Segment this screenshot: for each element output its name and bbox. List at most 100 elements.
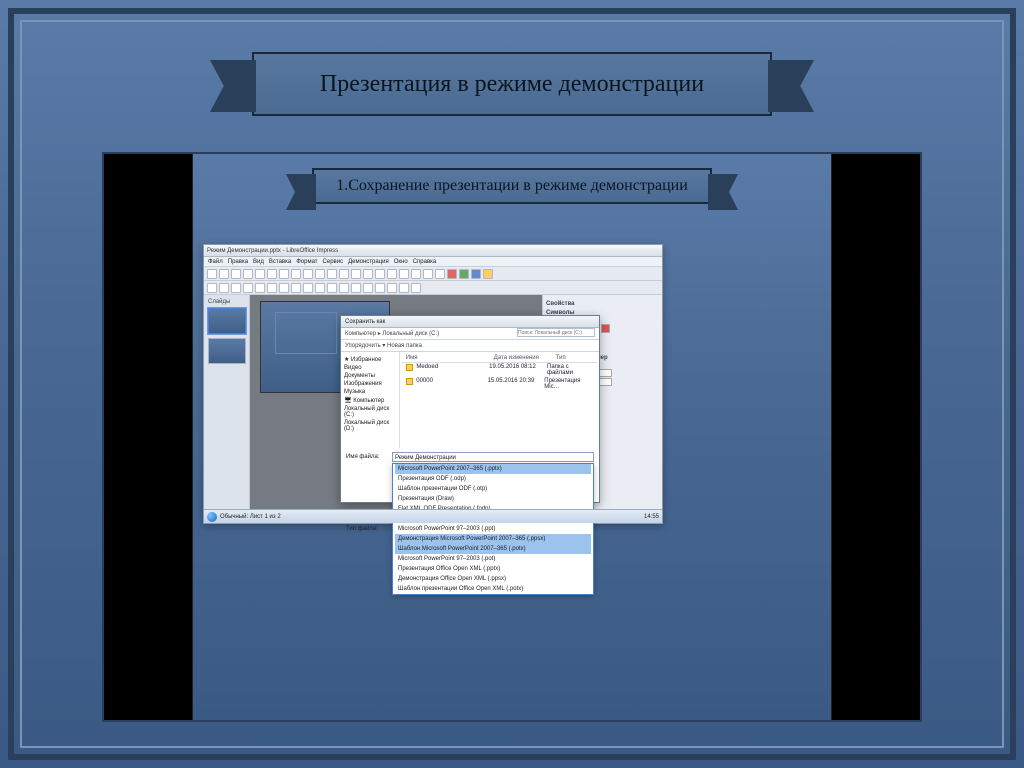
toolbar-button-icon[interactable] [483,269,493,279]
dialog-nav-tree[interactable]: ★ Избранное Видео Документы Изображения … [341,352,400,448]
slide-editor[interactable]: Сохранить как Компьютер ▸ Локальный диск… [250,295,542,509]
filetype-dropdown[interactable]: Microsoft PowerPoint 2007–365 (.pptx) Пр… [392,463,594,595]
menu-item[interactable]: Сервис [323,257,344,266]
toolbar-button-icon[interactable] [303,269,313,279]
toolbar-button-icon[interactable] [411,283,421,293]
toolbar-button-icon[interactable] [327,283,337,293]
inner-slide-frame: Презентация в режиме демонстрации 1.Сохр… [20,20,1004,748]
menu-item[interactable]: Справка [413,257,437,266]
dropdown-option[interactable]: Демонстрация Microsoft PowerPoint 2007–3… [395,534,591,544]
nav-item[interactable]: Документы [344,372,396,380]
toolbar-button-icon[interactable] [303,283,313,293]
toolbar-button-icon[interactable] [387,283,397,293]
dialog-titlebar: Сохранить как [341,316,599,328]
filename-input[interactable]: Режим Демонстрации [392,452,594,462]
toolbar-button-icon[interactable] [291,283,301,293]
list-item[interactable]: Medoed 19.05.2016 08:12 Папка с файлами [402,363,597,377]
toolbar-button-icon[interactable] [447,269,457,279]
col-type[interactable]: Тип [552,354,570,362]
toolbar-button-icon[interactable] [315,283,325,293]
nav-item[interactable]: ★ Избранное [344,355,396,364]
dropdown-option[interactable]: Шаблон Microsoft PowerPoint 2007–365 (.p… [395,544,591,554]
menu-item[interactable]: Правка [228,257,248,266]
toolbar-button-icon[interactable] [279,283,289,293]
toolbar-button-icon[interactable] [423,269,433,279]
start-button-icon[interactable] [207,512,217,522]
dialog-pathbar: Компьютер ▸ Локальный диск (C:) [341,328,599,340]
menu-item[interactable]: Вид [253,257,264,266]
toolbar-button-icon[interactable] [363,283,373,293]
color-swatch-icon[interactable] [601,324,610,333]
embedded-slide-area: 1.Сохранение презентации в режиме демонс… [102,152,922,722]
ribbon-left-icon [286,174,316,210]
organize-button[interactable]: Упорядочить ▾ Новая папка [345,340,422,351]
toolbar-button-icon[interactable] [243,269,253,279]
breadcrumb[interactable]: Компьютер ▸ Локальный диск (C:) [345,328,439,339]
toolbar-button-icon[interactable] [267,269,277,279]
nav-item[interactable]: Локальный диск (D:) [344,419,396,433]
toolbar-button-icon[interactable] [207,269,217,279]
toolbar-button-icon[interactable] [315,269,325,279]
dropdown-option[interactable]: Microsoft PowerPoint 97–2003 (.ppt) [395,524,591,534]
nav-item[interactable]: 🖥 Компьютер [344,396,396,405]
nav-item[interactable]: Музыка [344,388,396,396]
toolbar-button-icon[interactable] [231,269,241,279]
toolbar-button-icon[interactable] [435,269,445,279]
toolbar-button-icon[interactable] [471,269,481,279]
toolbar-button-icon[interactable] [351,283,361,293]
toolbar-button-icon[interactable] [219,269,229,279]
nav-item[interactable]: Видео [344,364,396,372]
dropdown-option[interactable]: Microsoft PowerPoint 97–2003 (.pot) [395,554,591,564]
toolbar-button-icon[interactable] [351,269,361,279]
dropdown-option[interactable]: Шаблон презентации Office Open XML (.pot… [395,584,591,594]
toolbar-button-icon[interactable] [375,269,385,279]
menu-item[interactable]: Файл [208,257,223,266]
toolbar-button-icon[interactable] [339,283,349,293]
toolbar-button-icon[interactable] [375,283,385,293]
props-section: Свойства [546,301,659,307]
slide-thumbnail[interactable] [208,338,246,364]
toolbar-button-icon[interactable] [279,269,289,279]
nav-item[interactable]: Изображения [344,380,396,388]
menu-item[interactable]: Вставка [269,257,291,266]
toolbar-button-icon[interactable] [339,269,349,279]
file-list-header: Имя Дата изменения Тип [402,354,597,363]
toolbar-button-icon[interactable] [231,283,241,293]
col-date[interactable]: Дата изменения [490,354,552,362]
slide-title-banner: Презентация в режиме демонстрации [252,52,772,116]
toolbar-button-icon[interactable] [399,269,409,279]
dropdown-option[interactable]: Microsoft PowerPoint 2007–365 (.pptx) [395,464,591,474]
toolbar-button-icon[interactable] [327,269,337,279]
file-name: 00000 [416,378,487,390]
dropdown-option[interactable]: Презентация Office Open XML (.pptx) [395,564,591,574]
toolbar-button-icon[interactable] [243,283,253,293]
toolbar-button-icon[interactable] [267,283,277,293]
toolbar-button-icon[interactable] [219,283,229,293]
toolbar-button-icon[interactable] [363,269,373,279]
dropdown-option[interactable]: Шаблон презентации ODF (.otp) [395,484,591,494]
search-input[interactable] [517,328,595,337]
dropdown-option[interactable]: Презентация ODF (.odp) [395,474,591,484]
toolbar-button-icon[interactable] [207,283,217,293]
app-title: Режим Демонстрации.pptx - LibreOffice Im… [207,248,338,254]
app-menubar[interactable]: Файл Правка Вид Вставка Формат Сервис Де… [204,257,662,267]
windows-taskbar[interactable]: Обычный: Лист 1 из 2 14:55 [204,509,662,523]
list-item[interactable]: 00000 15.05.2016 20:39 Презентация Mic… [402,377,597,391]
slide-thumbnail[interactable] [208,308,246,334]
dropdown-option[interactable]: Демонстрация Office Open XML (.ppsx) [395,574,591,584]
toolbar-button-icon[interactable] [255,283,265,293]
nav-item[interactable]: Локальный диск (C:) [344,405,396,419]
slide-thumbnails-panel: Слайды [204,295,250,509]
embedded-slide-subtitle-banner: 1.Сохранение презентации в режиме демонс… [312,168,712,204]
toolbar-button-icon[interactable] [399,283,409,293]
toolbar-button-icon[interactable] [291,269,301,279]
toolbar-button-icon[interactable] [255,269,265,279]
menu-item[interactable]: Демонстрация [348,257,389,266]
toolbar-button-icon[interactable] [411,269,421,279]
menu-item[interactable]: Формат [296,257,317,266]
toolbar-button-icon[interactable] [459,269,469,279]
col-name[interactable]: Имя [402,354,490,362]
dropdown-option[interactable]: Презентация (Draw) [395,494,591,504]
toolbar-button-icon[interactable] [387,269,397,279]
menu-item[interactable]: Окно [394,257,408,266]
